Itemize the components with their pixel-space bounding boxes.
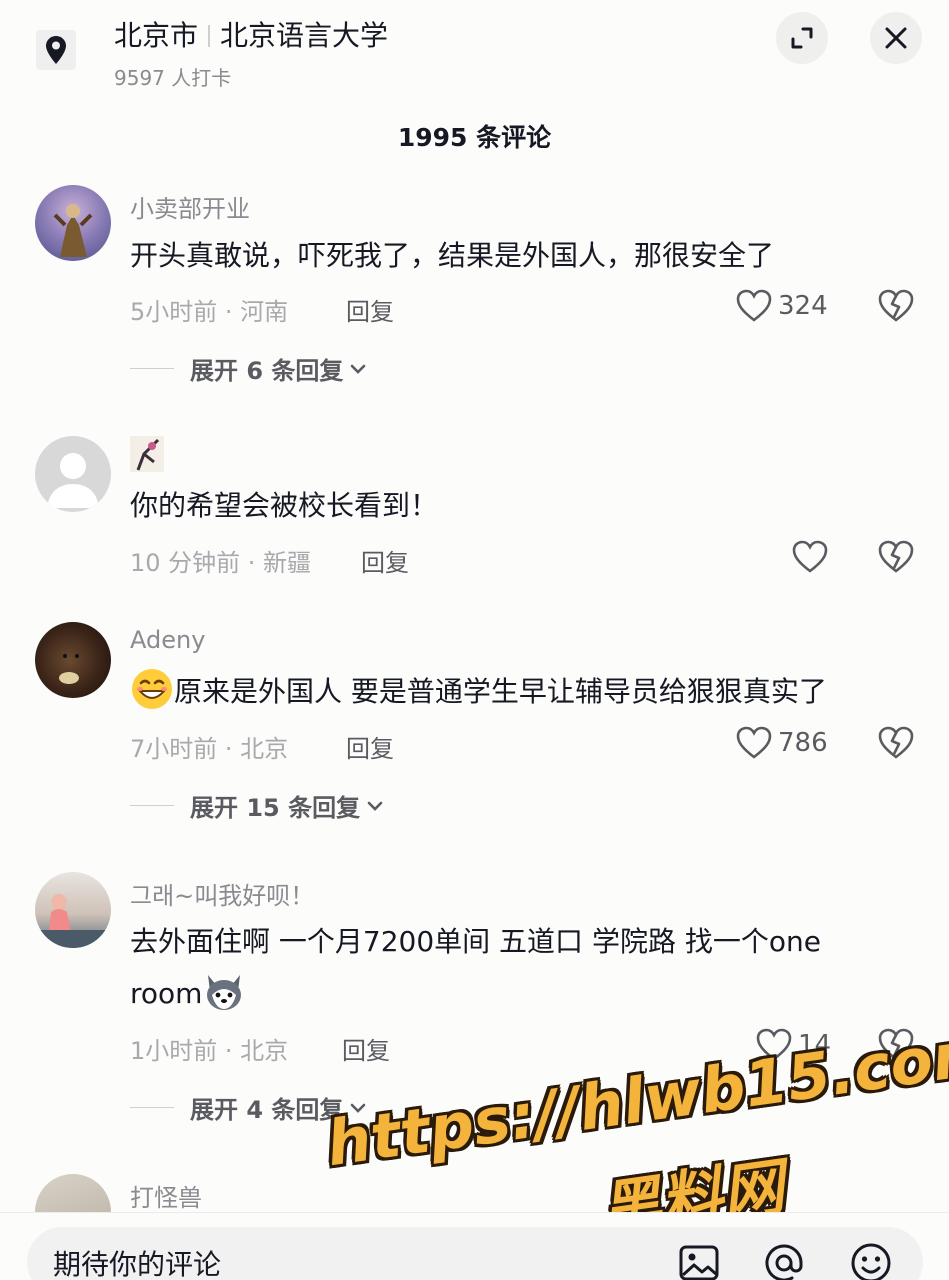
heart-icon bbox=[736, 289, 772, 322]
place-title[interactable]: 北京市 北京语言大学 bbox=[114, 14, 388, 54]
comment-input[interactable]: 期待你的评论 bbox=[27, 1227, 923, 1280]
like-button[interactable]: 324 bbox=[736, 289, 828, 323]
expand-replies-label: 展开 15 条回复 bbox=[190, 794, 361, 822]
comment-text-body: 原来是外国人 要是普通学生早让辅导员给狠狠真实了 bbox=[174, 675, 827, 708]
heart-icon bbox=[736, 726, 772, 759]
heart-icon bbox=[792, 540, 828, 573]
divider bbox=[208, 25, 211, 47]
close-button[interactable] bbox=[870, 12, 922, 64]
emoji-icon[interactable] bbox=[849, 1241, 893, 1280]
expand-replies-button[interactable]: 展开 15 条回复 bbox=[130, 788, 386, 823]
broken-heart-icon bbox=[878, 540, 914, 573]
expand-replies-button[interactable]: 展开 6 条回复 bbox=[130, 351, 369, 386]
chevron-down-icon bbox=[367, 801, 383, 811]
close-icon bbox=[885, 27, 907, 49]
username[interactable]: Adeny bbox=[130, 626, 205, 654]
comment-meta: 5小时前 · 河南 bbox=[130, 298, 289, 326]
avatar[interactable] bbox=[35, 622, 111, 698]
username[interactable]: 打怪兽 bbox=[130, 1178, 202, 1213]
username[interactable]: 그래~叫我好呗！ bbox=[130, 876, 314, 911]
broken-heart-icon bbox=[878, 726, 914, 759]
at-icon[interactable] bbox=[762, 1241, 806, 1280]
header: 北京市 北京语言大学 9597 人打卡 bbox=[0, 0, 949, 100]
avatar[interactable] bbox=[35, 436, 111, 512]
dislike-button[interactable] bbox=[878, 540, 914, 578]
divider bbox=[130, 368, 174, 369]
comment-meta: 7小时前 · 北京 bbox=[130, 735, 289, 763]
like-count: 786 bbox=[778, 728, 828, 758]
like-button[interactable] bbox=[792, 540, 828, 574]
dislike-button[interactable] bbox=[878, 726, 914, 764]
comment-input-placeholder: 期待你的评论 bbox=[53, 1248, 222, 1280]
divider bbox=[130, 805, 174, 806]
place-label: 北京语言大学 bbox=[220, 19, 389, 52]
chevron-down-icon bbox=[351, 364, 366, 374]
reply-button[interactable]: 回复 bbox=[346, 292, 394, 327]
avatar[interactable] bbox=[35, 185, 111, 261]
comment-text-body: room bbox=[130, 977, 203, 1010]
expand-replies-label: 展开 4 条回复 bbox=[190, 1096, 344, 1124]
comment-meta: 1小时前 · 北京 bbox=[130, 1037, 289, 1065]
husky-emoji-icon bbox=[207, 975, 242, 1010]
comment-text: 你的希望会被校长看到！ bbox=[130, 489, 439, 522]
image-icon[interactable] bbox=[677, 1241, 721, 1280]
comments-count-title: 1995 条评论 bbox=[397, 123, 552, 152]
expand-replies-label: 展开 6 条回复 bbox=[190, 357, 344, 385]
broken-heart-icon bbox=[878, 289, 914, 322]
city-label: 北京市 bbox=[114, 19, 199, 52]
reply-button[interactable]: 回复 bbox=[361, 543, 409, 578]
reply-button[interactable]: 回复 bbox=[342, 1031, 390, 1066]
like-button[interactable]: 786 bbox=[736, 726, 828, 760]
comment-meta: 10 分钟前 · 新疆 bbox=[130, 549, 312, 577]
like-count: 324 bbox=[778, 291, 828, 321]
location-pin-icon[interactable] bbox=[36, 30, 76, 70]
reply-button[interactable]: 回复 bbox=[346, 729, 394, 764]
dislike-button[interactable] bbox=[878, 289, 914, 327]
comment-input-bar: 期待你的评论 bbox=[0, 1212, 949, 1280]
divider bbox=[130, 1107, 174, 1108]
username[interactable]: 小卖部开业 bbox=[130, 189, 250, 224]
avatar[interactable] bbox=[35, 872, 111, 948]
comment-text: 开头真敢说，吓死我了，结果是外国人，那很安全了 bbox=[130, 239, 775, 272]
comment-text-line: 去外面住啊 一个月7200单间 五道口 学院路 找一个one bbox=[130, 925, 821, 958]
comment-text-line: room bbox=[130, 968, 920, 1020]
grinning-emoji-icon bbox=[132, 669, 172, 709]
expand-icon bbox=[791, 27, 813, 49]
checkin-count: 9597 人打卡 bbox=[114, 66, 232, 90]
comment-text: 原来是外国人 要是普通学生早让辅导员给狠狠真实了 bbox=[130, 666, 920, 718]
expand-button[interactable] bbox=[776, 12, 828, 64]
comment-text: 去外面住啊 一个月7200单间 五道口 学院路 找一个one room bbox=[130, 916, 920, 1020]
sticker-username[interactable] bbox=[130, 436, 164, 472]
